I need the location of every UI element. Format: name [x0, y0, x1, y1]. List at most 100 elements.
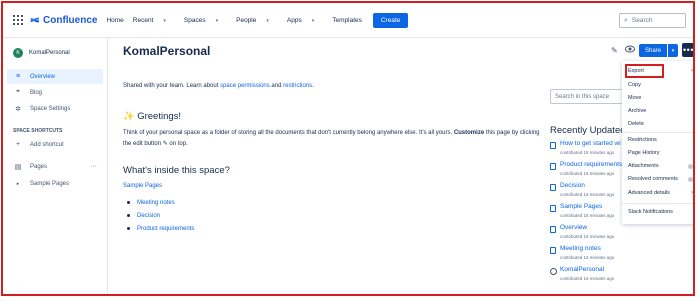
- top-navigation: Confluence Home Recent ▾ Spaces ▾ People ▾ …: [3, 3, 693, 38]
- top-search-placeholder: Search: [631, 17, 653, 24]
- export-highlight-box: [625, 64, 664, 78]
- share-dropdown-button[interactable]: ▾: [668, 44, 678, 57]
- nav-people-label: People: [236, 16, 257, 24]
- recent-sub: contributed 16 minutes ago: [560, 213, 615, 218]
- page-icon: [550, 247, 556, 254]
- menu-item-copy[interactable]: Copy: [628, 80, 693, 90]
- page-icon: [550, 205, 556, 212]
- chevron-right-icon: ▸: [16, 180, 20, 187]
- recent-title[interactable]: Decision: [560, 182, 585, 189]
- recent-title[interactable]: How to get started wi: [560, 140, 621, 147]
- page-icon: [550, 163, 556, 170]
- pages-more-icon[interactable]: ···: [90, 163, 97, 170]
- nav-home[interactable]: Home: [106, 17, 123, 24]
- nav-spaces[interactable]: Spaces ▾: [184, 17, 227, 24]
- bullet-dot: [127, 201, 130, 204]
- quote-icon: ❞: [16, 89, 20, 97]
- menu-item-slack-notifications[interactable]: Slack Notifications: [628, 207, 693, 217]
- chevron-right-icon: ›: [691, 190, 693, 196]
- person-icon: [550, 268, 557, 275]
- menu-item-delete[interactable]: Delete: [628, 119, 693, 129]
- recent-title[interactable]: Meeting notes: [560, 245, 601, 252]
- more-dots-icon: •••: [683, 45, 694, 55]
- nav-apps[interactable]: Apps ▾: [287, 17, 323, 24]
- nav-menu: Home Recent ▾ Spaces ▾ People ▾ Apps ▾ Templ…: [106, 12, 417, 28]
- recently-updated-heading: Recently Updated: [550, 125, 626, 136]
- confluence-logo[interactable]: Confluence: [30, 15, 97, 26]
- restrictions-link[interactable]: restrictions: [283, 83, 312, 89]
- para-bold: Customize: [453, 130, 485, 136]
- chevron-down-icon: ▾: [163, 17, 166, 24]
- bullet-dot: [127, 227, 130, 230]
- page-title: KomalPersonal: [123, 44, 211, 58]
- eye-icon[interactable]: [625, 45, 635, 53]
- recent-title[interactable]: Product requirements: [560, 161, 622, 168]
- sidebar-item-pages[interactable]: ▤ Pages ···: [7, 159, 103, 174]
- recent-sub: contributed 16 minutes ago: [560, 192, 615, 197]
- list-item[interactable]: KomalPersonal contributed 16 minutes ago: [550, 266, 642, 287]
- app-switcher-icon[interactable]: [13, 15, 23, 25]
- plus-icon: +: [15, 141, 21, 148]
- list-item[interactable]: Overview contributed 16 minutes ago: [550, 224, 642, 245]
- intro-paragraph: Think of your personal space as a folder…: [123, 128, 543, 150]
- list-item[interactable]: Product requirements: [123, 222, 194, 235]
- nav-apps-label: Apps: [286, 16, 302, 24]
- chevron-down-icon: ▾: [311, 17, 315, 24]
- chevron-down-icon: ▾: [215, 17, 219, 24]
- sidebar-item-label: Pages: [30, 163, 48, 170]
- intro-text: Shared with your team. Learn about space…: [123, 83, 314, 89]
- bullet-list: Meeting notes Decision Product requireme…: [123, 196, 194, 235]
- menu-item-page-history[interactable]: Page History: [628, 148, 693, 158]
- screenshot-frame: Confluence Home Recent ▾ Spaces ▾ People ▾ …: [1, 1, 695, 296]
- nav-spaces-label: Spaces: [183, 16, 206, 24]
- more-actions-menu: Export › Copy Move Archive Delete Restric…: [622, 61, 693, 224]
- menu-item-resolved-comments[interactable]: Resolved comments: [628, 174, 693, 184]
- list-item-link[interactable]: Decision: [137, 213, 160, 219]
- add-shortcut-button[interactable]: + Add shortcut: [7, 137, 103, 152]
- chevron-down-icon: ▾: [671, 47, 675, 54]
- tree-item-sample-pages[interactable]: ▸ Sample Pages: [7, 176, 103, 191]
- sidebar-item-overview[interactable]: ≡ Overview: [7, 69, 103, 84]
- recent-title[interactable]: KomalPersonal: [560, 266, 604, 273]
- more-actions-button[interactable]: •••: [682, 43, 694, 57]
- menu-item-label: Archive: [628, 108, 647, 114]
- nav-templates[interactable]: Templates: [332, 17, 362, 24]
- menu-item-label: Resolved comments: [628, 176, 678, 182]
- bullet-dot: [127, 214, 130, 217]
- tree-item-label: Sample Pages: [30, 180, 70, 187]
- list-item-link[interactable]: Meeting notes: [137, 200, 175, 206]
- menu-item-advanced-details[interactable]: Advanced details ›: [628, 188, 693, 198]
- menu-item-move[interactable]: Move: [628, 93, 693, 103]
- recent-title[interactable]: Overview: [560, 224, 587, 231]
- nav-recent-label: Recent: [132, 16, 154, 24]
- sample-pages-link[interactable]: Sample Pages: [123, 183, 162, 189]
- sidebar-item-blog[interactable]: ❞ Blog: [7, 85, 103, 100]
- nav-recent[interactable]: Recent ▾: [133, 17, 175, 24]
- search-icon: ⌕: [624, 16, 628, 24]
- space-header[interactable]: K KomalPersonal: [13, 48, 70, 58]
- recent-sub: contributed 16 minutes ago: [560, 150, 615, 155]
- sidebar-item-space-settings[interactable]: ✲ Space Settings: [7, 101, 103, 116]
- edit-pencil-icon[interactable]: ✎: [611, 46, 618, 55]
- list-item[interactable]: Meeting notes: [123, 196, 194, 209]
- greetings-heading: ✨ Greetings!: [123, 111, 181, 122]
- menu-item-attachments[interactable]: Attachments: [628, 161, 693, 171]
- top-search-input[interactable]: ⌕ Search: [619, 13, 686, 28]
- sparkles-icon: ✨: [123, 111, 135, 121]
- whats-inside-heading: What's inside this space?: [123, 165, 230, 176]
- menu-item-restrictions[interactable]: Restrictions: [628, 135, 693, 145]
- sidebar-item-label: Blog: [30, 89, 43, 96]
- space-search-placeholder: Search in this space: [555, 93, 610, 100]
- menu-divider: [622, 203, 693, 204]
- share-button[interactable]: Share: [639, 44, 667, 57]
- space-permissions-link[interactable]: space permissions: [220, 83, 270, 89]
- list-item-link[interactable]: Product requirements: [137, 226, 194, 232]
- page-icon: [550, 142, 556, 149]
- list-item[interactable]: Decision: [123, 209, 194, 222]
- menu-item-archive[interactable]: Archive: [628, 106, 693, 116]
- recent-title[interactable]: Sample Pages: [560, 203, 602, 210]
- nav-people[interactable]: People ▾: [236, 17, 278, 24]
- create-button[interactable]: Create: [372, 12, 409, 28]
- count-badge: [688, 163, 693, 169]
- list-item[interactable]: Meeting notes contributed 16 minutes ago: [550, 245, 642, 266]
